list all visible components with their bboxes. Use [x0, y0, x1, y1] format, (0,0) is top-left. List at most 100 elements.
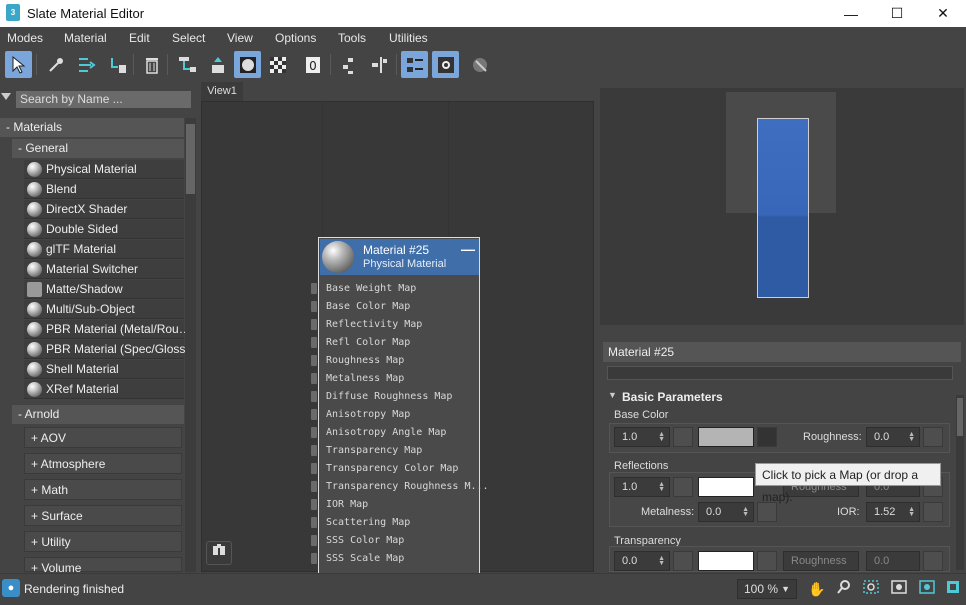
close-button[interactable]: ✕ — [920, 0, 966, 27]
transparency-mode-dropdown[interactable]: Roughness — [783, 551, 859, 571]
move-children-icon[interactable] — [173, 51, 200, 78]
metalness-spinner[interactable]: 0.0 ▲ ▼ — [698, 502, 754, 522]
input-socket[interactable] — [311, 553, 317, 564]
roughness-map-button[interactable] — [923, 427, 943, 447]
list-item[interactable]: DirectX Shader — [24, 200, 184, 219]
layout-children-icon[interactable] — [365, 51, 392, 78]
put-to-library-icon[interactable] — [72, 51, 99, 78]
select-tool-icon[interactable] — [5, 51, 32, 78]
tab-view1[interactable]: View1 — [201, 82, 243, 101]
eyedropper-icon[interactable] — [42, 51, 69, 78]
reflection-weight-map-button[interactable] — [673, 477, 693, 497]
menu-modes[interactable]: Modes — [7, 31, 43, 45]
subcategory-aov[interactable]: + AOV — [24, 427, 182, 448]
input-socket[interactable] — [311, 355, 317, 366]
browser-scroll-thumb[interactable] — [186, 124, 195, 194]
node-header[interactable]: Material #25 Physical Material — — [320, 239, 479, 275]
list-item[interactable]: Matte/Shadow — [24, 280, 184, 299]
material-parameter-editor-icon[interactable] — [401, 51, 428, 78]
navigator-toggle-icon[interactable] — [206, 541, 232, 565]
input-socket[interactable] — [311, 499, 317, 510]
roughness-spinner[interactable]: 0.0 ▲ ▼ — [866, 427, 920, 447]
parameter-scroll-thumb[interactable] — [957, 398, 963, 436]
list-item[interactable]: Material Switcher — [24, 260, 184, 279]
hide-unused-icon[interactable] — [466, 51, 493, 78]
subcategory-atmosphere[interactable]: + Atmosphere — [24, 453, 182, 474]
subcategory-surface[interactable]: + Surface — [24, 505, 182, 526]
menu-utilities[interactable]: Utilities — [389, 31, 428, 45]
browser-options-icon[interactable] — [1, 93, 11, 100]
zoom-icon[interactable] — [834, 579, 854, 599]
list-item[interactable]: Physical Material — [24, 160, 184, 179]
list-item[interactable]: glTF Material — [24, 240, 184, 259]
maximize-button[interactable]: ☐ — [874, 0, 920, 27]
maximize-view-icon[interactable] — [943, 579, 963, 599]
reflection-color-swatch[interactable] — [698, 477, 754, 497]
base-color-map-button[interactable] — [757, 427, 777, 447]
list-item[interactable]: XRef Material — [24, 380, 184, 399]
layout-vertical-icon[interactable] — [335, 51, 362, 78]
list-item[interactable]: PBR Material (Metal/Rou… — [24, 320, 191, 339]
material-preview-swatch[interactable] — [757, 118, 809, 298]
input-socket[interactable] — [311, 445, 317, 456]
menu-material[interactable]: Material — [64, 31, 107, 45]
menu-select[interactable]: Select — [172, 31, 205, 45]
transparency-color-map-button[interactable] — [757, 551, 777, 571]
show-shaded-icon[interactable] — [234, 51, 261, 78]
subcategory-math[interactable]: + Math — [24, 479, 182, 500]
input-socket[interactable] — [311, 373, 317, 384]
ior-map-button[interactable] — [923, 502, 943, 522]
list-item[interactable]: PBR Material (Spec/Gloss) — [24, 340, 189, 359]
navigator-icon[interactable] — [432, 51, 459, 78]
input-socket[interactable] — [311, 319, 317, 330]
section-basic-parameters[interactable]: Basic Parameters — [622, 390, 723, 404]
input-socket[interactable] — [311, 391, 317, 402]
material-id-icon[interactable]: 0 — [299, 51, 326, 78]
menu-edit[interactable]: Edit — [129, 31, 150, 45]
input-socket[interactable] — [311, 463, 317, 474]
input-socket[interactable] — [311, 337, 317, 348]
reflection-weight-spinner[interactable]: 1.0 ▲ ▼ — [614, 477, 670, 497]
input-socket[interactable] — [311, 409, 317, 420]
list-item[interactable]: Shell Material — [24, 360, 184, 379]
zoom-dropdown[interactable]: 100 % ▼ — [737, 579, 797, 599]
minimize-button[interactable]: — — [828, 0, 874, 27]
material-name-field[interactable]: Material #25 — [603, 342, 961, 362]
transparency-color-swatch[interactable] — [698, 551, 754, 571]
input-socket[interactable] — [311, 427, 317, 438]
list-item[interactable]: Multi/Sub-Object — [24, 300, 184, 319]
zoom-extents-selected-icon[interactable] — [917, 579, 937, 599]
transparency-roughness-spinner[interactable]: 0.0 — [866, 551, 920, 571]
search-input[interactable]: Search by Name ... — [16, 91, 191, 108]
base-weight-spinner[interactable]: 1.0 ▲ ▼ — [614, 427, 670, 447]
input-socket[interactable] — [311, 517, 317, 528]
subcategory-utility[interactable]: + Utility — [24, 531, 182, 552]
category-general[interactable]: - General — [12, 139, 184, 158]
ior-spinner[interactable]: 1.52 ▲ ▼ — [866, 502, 920, 522]
list-item[interactable]: Blend — [24, 180, 184, 199]
menu-options[interactable]: Options — [275, 31, 316, 45]
node-collapse-button[interactable]: — — [461, 241, 475, 257]
base-color-swatch[interactable] — [698, 427, 754, 447]
input-socket[interactable] — [311, 283, 317, 294]
assign-material-icon[interactable] — [104, 51, 131, 78]
subcategory-volume[interactable]: + Volume — [24, 557, 182, 575]
background-checker-icon[interactable] — [264, 51, 291, 78]
collapse-arrow-icon[interactable]: ▼ — [608, 390, 617, 400]
transparency-roughness-map-button[interactable] — [923, 551, 943, 571]
category-materials[interactable]: - Materials — [0, 118, 184, 137]
select-child-icon[interactable] — [204, 51, 231, 78]
transparency-weight-spinner[interactable]: 0.0 ▲ ▼ — [614, 551, 670, 571]
pan-hand-icon[interactable]: ✋ — [807, 579, 827, 599]
zoom-region-icon[interactable] — [861, 579, 881, 599]
delete-icon[interactable] — [138, 51, 165, 78]
list-item[interactable]: Double Sided — [24, 220, 184, 239]
transparency-weight-map-button[interactable] — [673, 551, 693, 571]
input-socket[interactable] — [311, 535, 317, 546]
menu-view[interactable]: View — [227, 31, 253, 45]
category-arnold[interactable]: - Arnold — [12, 405, 184, 424]
input-socket[interactable] — [311, 481, 317, 492]
base-weight-map-button[interactable] — [673, 427, 693, 447]
menu-tools[interactable]: Tools — [338, 31, 366, 45]
zoom-extents-icon[interactable] — [889, 579, 909, 599]
